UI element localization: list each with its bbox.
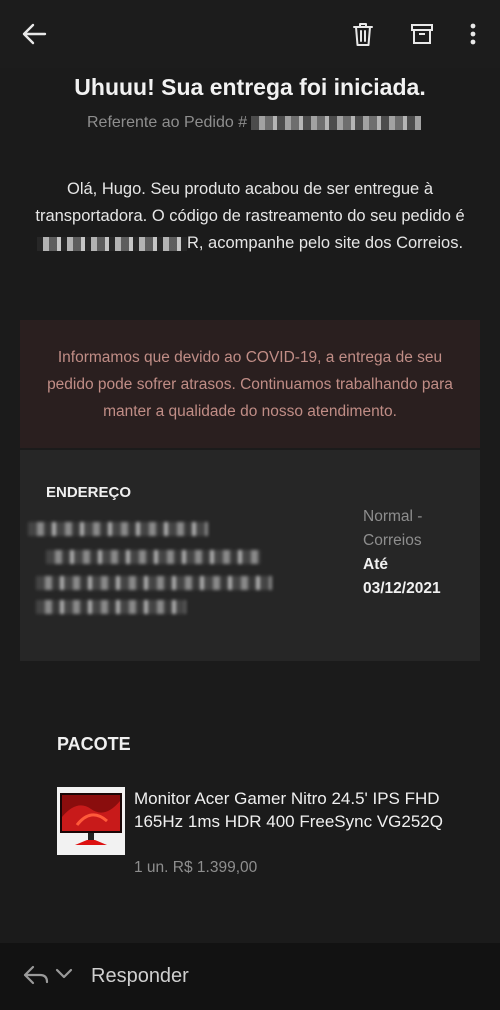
email-title: Uhuuu! Sua entrega foi iniciada. [74, 74, 426, 100]
order-ref-label: Referente ao Pedido # [87, 114, 248, 131]
notice-text: Informamos que devido ao COVID-19, a ent… [47, 349, 453, 420]
order-reference: Referente ao Pedido # [87, 114, 422, 132]
top-toolbar [0, 0, 500, 68]
chevron-down-icon[interactable] [55, 967, 73, 981]
shipping-method: Normal - Correios [363, 508, 423, 549]
archive-icon[interactable] [402, 14, 442, 54]
redacted-address-line [36, 576, 272, 590]
reply-button[interactable]: Responder [91, 965, 189, 988]
package-heading: PACOTE [57, 734, 131, 754]
redacted-address-line [36, 600, 186, 614]
monitor-image-icon [60, 793, 122, 845]
redacted-address-line [46, 550, 261, 564]
email-body: Olá, Hugo. Seu produto acabou de ser ent… [20, 176, 480, 257]
product-price: 1 un. R$ 1.399,00 [134, 859, 258, 876]
covid-notice: Informamos que devido ao COVID-19, a ent… [20, 320, 480, 448]
redacted-tracking-code [36, 236, 187, 251]
product-name[interactable]: Monitor Acer Gamer Nitro 24.5' IPS FHD 1… [134, 787, 464, 833]
reply-bar: Responder [0, 943, 500, 1010]
address-heading: ENDEREÇO [46, 484, 132, 501]
product-thumbnail[interactable] [57, 787, 125, 855]
back-arrow-icon[interactable] [14, 14, 54, 54]
redacted-order-number [251, 115, 422, 130]
body-line-2: R, acompanhe pelo site dos Correios. [186, 234, 464, 252]
shipping-info: Normal - Correios Até 03/12/2021 [363, 505, 473, 601]
redacted-address-line [28, 522, 208, 536]
body-line-1: Olá, Hugo. Seu produto acabou de ser ent… [35, 180, 465, 225]
eta-label: Até [363, 556, 388, 573]
address-card: ENDEREÇO Normal - Correios Até 03/12/202… [20, 450, 480, 661]
trash-icon[interactable] [343, 14, 383, 54]
reply-icon[interactable] [22, 963, 50, 987]
more-vert-icon[interactable] [453, 14, 493, 54]
eta-date: 03/12/2021 [363, 580, 441, 597]
